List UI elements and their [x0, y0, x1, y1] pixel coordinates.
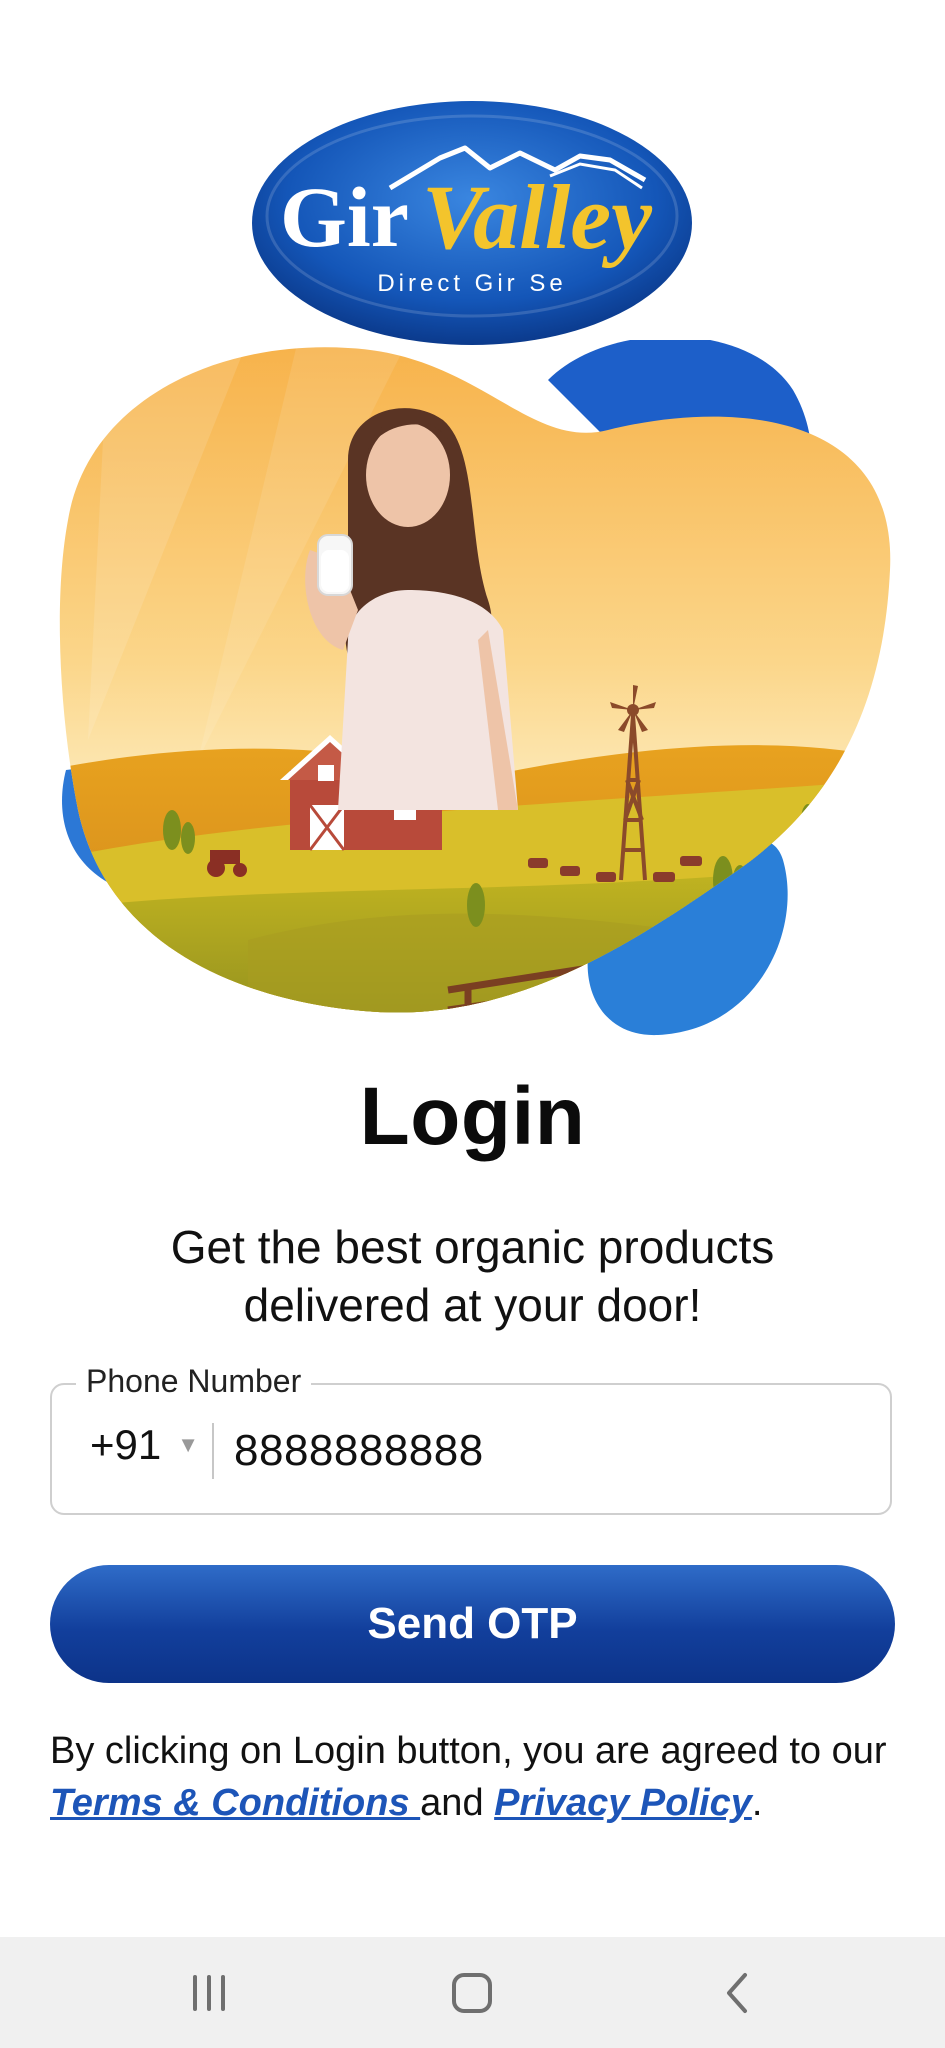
login-subtitle: Get the best organic products delivered … [100, 1218, 845, 1334]
privacy-policy-link[interactable]: Privacy Policy [494, 1782, 752, 1824]
recents-icon[interactable] [169, 1961, 249, 2025]
terms-conditions-link[interactable]: Terms & Conditions [50, 1782, 420, 1824]
home-icon[interactable] [432, 1961, 512, 2025]
logo-valley-text: Valley [422, 166, 653, 268]
send-otp-button[interactable]: Send OTP [50, 1565, 895, 1683]
terms-notice: By clicking on Login button, you are agr… [50, 1725, 910, 1829]
country-code-value: +91 [90, 1421, 162, 1468]
gir-valley-logo: Gir Valley Direct Gir Se [252, 101, 692, 345]
subtitle-line-2: delivered at your door! [243, 1279, 702, 1331]
hero-illustration [59, 340, 891, 1036]
login-title: Login [359, 1071, 586, 1162]
logo-gir-text: Gir [280, 169, 409, 265]
subtitle-line-1: Get the best organic products [170, 1221, 775, 1273]
country-code-divider [212, 1423, 214, 1479]
chevron-down-icon: ▼ [177, 1432, 200, 1457]
logo-tagline: Direct Gir Se [377, 270, 566, 297]
terms-suffix: . [751, 1782, 763, 1824]
country-code-selector[interactable]: +91 ▼ [90, 1421, 199, 1469]
phone-number-field[interactable]: Phone Number +91 ▼ [50, 1363, 892, 1515]
phone-number-input[interactable] [232, 1415, 856, 1487]
terms-middle: and [420, 1782, 495, 1824]
terms-prefix: By clicking on Login button, you are agr… [50, 1730, 887, 1772]
back-icon[interactable] [697, 1961, 777, 2025]
phone-number-label: Phone Number [76, 1363, 312, 1400]
system-navigation-bar [0, 1937, 945, 2048]
